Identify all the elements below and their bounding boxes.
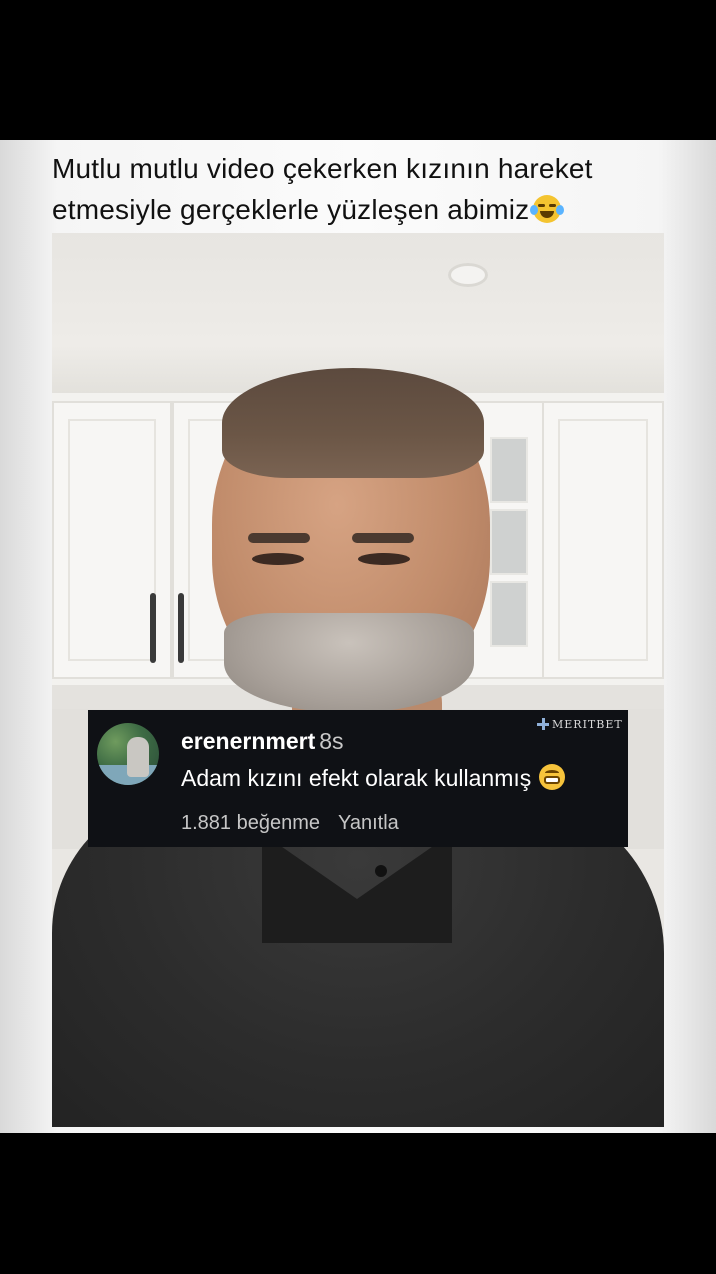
face-with-tears-of-joy-icon — [530, 195, 565, 223]
right-eyebrow — [352, 533, 414, 543]
left-eye — [252, 553, 304, 565]
grinning-face-icon — [539, 764, 566, 790]
comment-likes[interactable]: 1.881 beğenme — [181, 812, 320, 834]
post-caption: Mutlu mutlu video çekerken kızının harek… — [52, 148, 692, 230]
watermark: MERITBET — [537, 718, 623, 731]
video-frame[interactable] — [52, 233, 664, 1127]
comment-body: Adam kızını efekt olarak kullanmış — [181, 764, 566, 792]
left-eyebrow — [248, 533, 310, 543]
person-beard — [224, 613, 474, 713]
avatar[interactable] — [97, 723, 159, 785]
right-eye — [358, 553, 410, 565]
bottom-letterbox — [0, 1133, 716, 1274]
caption-text: Mutlu mutlu video çekerken kızının harek… — [52, 153, 593, 225]
person-hair — [222, 368, 484, 478]
comment-username[interactable]: erenernmert — [181, 728, 315, 754]
reply-button[interactable]: Yanıtla — [338, 812, 399, 834]
comment-timestamp: 8s — [319, 728, 344, 754]
comment-username-row: erenernmert 8s — [181, 728, 344, 755]
ceiling-light — [448, 263, 488, 287]
shirt-button — [375, 865, 387, 877]
watermark-logo-icon — [537, 718, 549, 730]
comment-text: Adam kızını efekt olarak kullanmış — [181, 765, 532, 791]
watermark-text: MERITBET — [552, 718, 623, 731]
comment-overlay: erenernmert 8s Adam kızını efekt olarak k… — [88, 710, 628, 847]
comment-meta: 1.881 beğenme Yanıtla — [181, 812, 417, 835]
top-letterbox — [0, 0, 716, 140]
